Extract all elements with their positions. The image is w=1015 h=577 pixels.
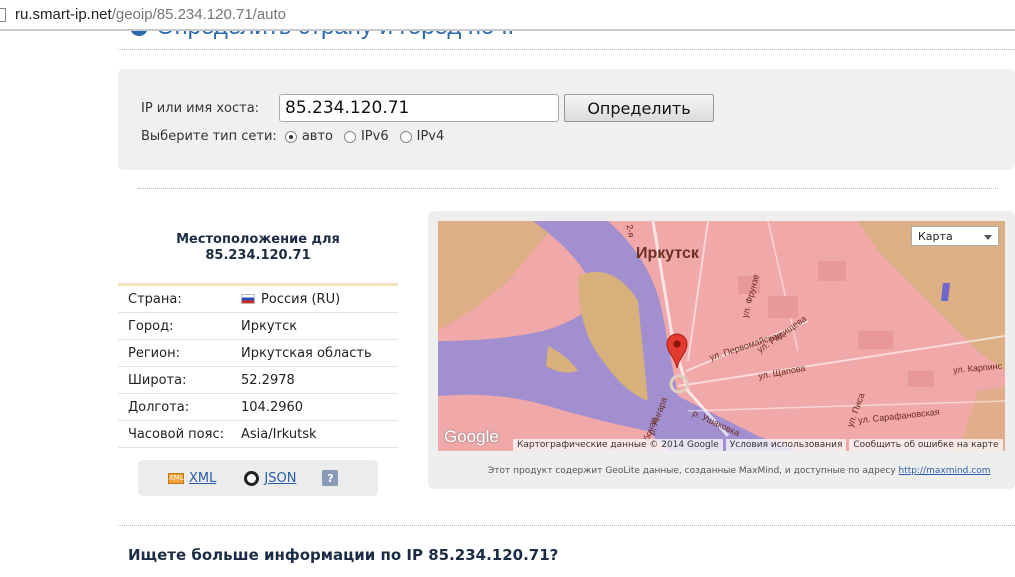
map-canvas[interactable]: Иркутск р. Ангара ул. Первомайская ул. Р… bbox=[438, 221, 1005, 451]
divider bbox=[118, 525, 1015, 526]
row-value: Иркутская область bbox=[241, 345, 372, 361]
maxmind-link[interactable]: http://maxmind.com bbox=[899, 466, 991, 476]
page-icon bbox=[0, 7, 6, 22]
row-key: Регион: bbox=[128, 345, 180, 361]
row-value: Иркутск bbox=[241, 318, 298, 334]
ip-input[interactable] bbox=[279, 94, 559, 122]
map-copyright: Картографические данные © 2014 Google bbox=[513, 439, 723, 451]
row-value: 52.2978 bbox=[241, 372, 295, 388]
radio-ipv4-icon[interactable] bbox=[399, 130, 412, 143]
row-key: Долгота: bbox=[128, 399, 190, 415]
export-links: XML XML JSON ? bbox=[138, 460, 378, 496]
location-heading-line1: Местоположение для bbox=[176, 232, 340, 247]
map-panel: Иркутск р. Ангара ул. Первомайская ул. Р… bbox=[428, 211, 1015, 489]
json-icon bbox=[244, 470, 260, 486]
row-key: Город: bbox=[128, 318, 174, 334]
location-table: Страна: Россия (RU) Город: Иркутск Регио… bbox=[118, 286, 398, 448]
url-text[interactable]: ru.smart-ip.net/geoip/85.234.120.71/auto bbox=[15, 6, 286, 23]
table-row-country: Страна: Россия (RU) bbox=[118, 286, 398, 313]
row-key: Часовой пояс: bbox=[128, 426, 224, 442]
xml-link[interactable]: XML bbox=[189, 471, 216, 486]
maxmind-note: Этот продукт содержит GeoLite данные, со… bbox=[488, 466, 990, 476]
table-row-region: Регион: Иркутская область bbox=[118, 340, 398, 367]
map-marker-icon[interactable] bbox=[666, 333, 688, 369]
map-city-label: Иркутск bbox=[636, 245, 699, 262]
row-key: Страна: bbox=[128, 291, 182, 307]
map-report-link[interactable]: Сообщить об ошибке на карте bbox=[849, 439, 1003, 451]
country-value: Россия (RU) bbox=[261, 291, 341, 307]
ip-lookup-form: IP или имя хоста: Определить Выберите ти… bbox=[118, 69, 1015, 170]
help-icon[interactable]: ? bbox=[322, 470, 339, 486]
network-type-label: Выберите тип сети: bbox=[141, 129, 277, 144]
table-row-longitude: Долгота: 104.2960 bbox=[118, 394, 398, 421]
russia-flag-icon bbox=[241, 294, 255, 304]
divider bbox=[138, 188, 998, 189]
ip-label: IP или имя хоста: bbox=[141, 101, 260, 116]
divider bbox=[118, 49, 1015, 50]
radio-auto-icon[interactable] bbox=[284, 130, 297, 143]
radio-ipv4[interactable]: IPv4 bbox=[399, 129, 445, 144]
table-row-latitude: Широта: 52.2978 bbox=[118, 367, 398, 394]
url-path: /geoip/85.234.120.71/auto bbox=[111, 6, 287, 23]
radio-ipv6[interactable]: IPv6 bbox=[343, 129, 389, 144]
xml-icon: XML bbox=[168, 472, 184, 484]
chevron-down-icon bbox=[984, 235, 992, 240]
maxmind-note-text: Этот продукт содержит GeoLite данные, со… bbox=[488, 466, 899, 476]
row-value: 104.2960 bbox=[241, 399, 304, 415]
location-heading-ip: 85.234.120.71 bbox=[205, 248, 311, 263]
table-row-city: Город: Иркутск bbox=[118, 313, 398, 340]
radio-ipv4-label: IPv4 bbox=[416, 129, 445, 144]
row-value: Россия (RU) bbox=[241, 292, 340, 307]
map-type-select[interactable]: Карта bbox=[911, 226, 999, 246]
network-type-row: Выберите тип сети: авто IPv6 IPv4 bbox=[141, 129, 455, 144]
more-info-heading: Ищете больше информации по IP 85.234.120… bbox=[128, 546, 559, 564]
url-host: ru.smart-ip.net bbox=[15, 6, 112, 23]
location-heading: Местоположение для 85.234.120.71 bbox=[118, 232, 398, 264]
map-footer: Картографические данные © 2014 Google Ус… bbox=[513, 439, 1003, 451]
table-row-timezone: Часовой пояс: Asia/Irkutsk bbox=[118, 421, 398, 448]
row-value: Asia/Irkutsk bbox=[241, 426, 317, 442]
map-terms-link[interactable]: Условия использования bbox=[725, 439, 847, 451]
street-label: 2-я bbox=[624, 223, 637, 239]
google-logo: Google bbox=[444, 427, 499, 446]
radio-auto-label: авто bbox=[301, 129, 333, 144]
map-type-label: Карта bbox=[918, 229, 953, 243]
lookup-button[interactable]: Определить bbox=[564, 94, 714, 122]
radio-ipv6-icon[interactable] bbox=[343, 130, 356, 143]
radio-auto[interactable]: авто bbox=[284, 129, 333, 144]
json-link[interactable]: JSON bbox=[264, 471, 296, 486]
radio-ipv6-label: IPv6 bbox=[360, 129, 389, 144]
address-bar[interactable]: ru.smart-ip.net/geoip/85.234.120.71/auto bbox=[0, 0, 1015, 31]
row-key: Широта: bbox=[128, 372, 187, 388]
